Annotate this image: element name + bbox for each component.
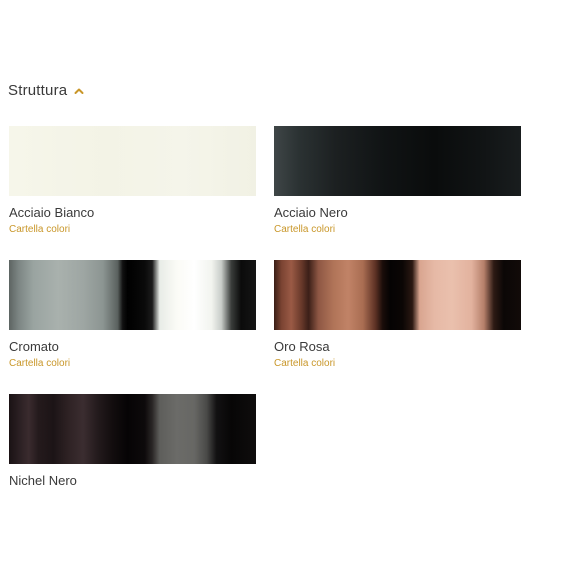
finish-name: Cromato	[9, 339, 59, 354]
finish-card-nichel-nero[interactable]: Nichel Nero	[9, 394, 256, 489]
finish-name: Acciaio Nero	[274, 205, 348, 220]
finish-card-acciaio-nero[interactable]: Acciaio Nero Cartella colori	[274, 126, 521, 236]
finish-swatch-acciaio-bianco[interactable]	[9, 126, 256, 196]
chevron-up-icon[interactable]	[74, 86, 84, 96]
finish-swatch-cromato[interactable]	[9, 260, 256, 330]
section-title: Struttura	[8, 82, 68, 99]
finish-swatch-oro-rosa[interactable]	[274, 260, 521, 330]
finish-card-acciaio-bianco[interactable]: Acciaio Bianco Cartella colori	[9, 126, 256, 236]
color-chart-link[interactable]: Cartella colori	[274, 224, 521, 236]
color-chart-link[interactable]: Cartella colori	[9, 358, 256, 370]
finish-card-oro-rosa[interactable]: Oro Rosa Cartella colori	[274, 260, 521, 370]
section-header-struttura[interactable]: Struttura	[8, 82, 84, 99]
color-chart-link[interactable]: Cartella colori	[274, 358, 521, 370]
finish-swatch-acciaio-nero[interactable]	[274, 126, 521, 196]
finish-name: Acciaio Bianco	[9, 205, 95, 220]
finish-card-cromato[interactable]: Cromato Cartella colori	[9, 260, 256, 370]
finish-name: Oro Rosa	[274, 339, 330, 354]
finish-swatch-nichel-nero[interactable]	[9, 394, 256, 464]
finish-name: Nichel Nero	[9, 473, 77, 488]
color-chart-link[interactable]: Cartella colori	[9, 224, 256, 236]
